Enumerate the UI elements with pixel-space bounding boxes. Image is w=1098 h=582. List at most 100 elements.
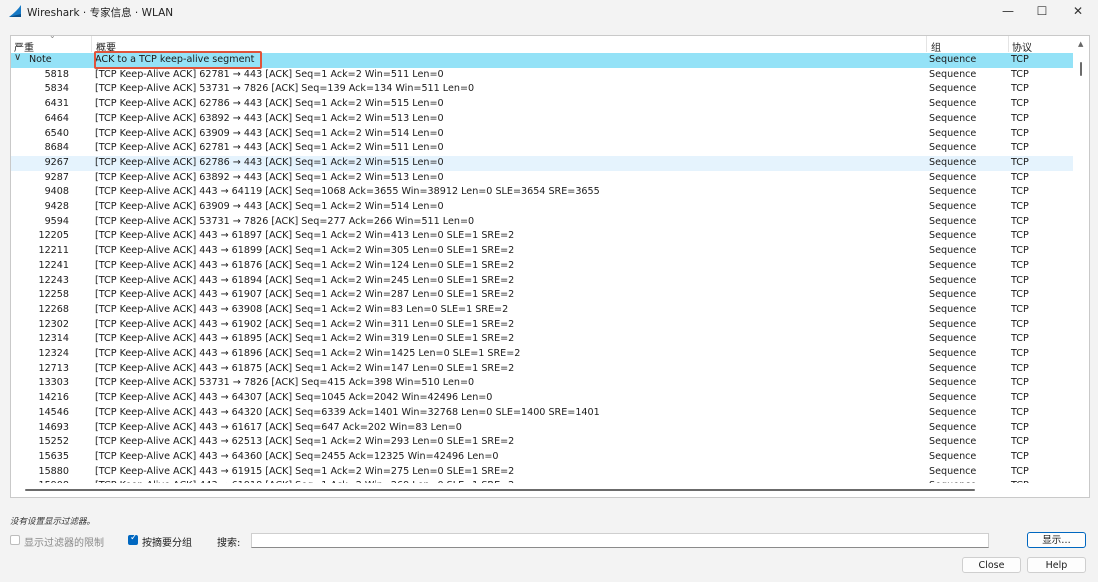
packet-number: 5818	[44, 68, 69, 80]
close-button[interactable]: Close	[962, 557, 1021, 573]
group-summary: ACK to a TCP keep-alive segment	[95, 54, 255, 65]
packet-protocol: TCP	[1011, 421, 1029, 433]
packet-summary: [TCP Keep-Alive ACK] 443 → 61895 [ACK] S…	[95, 333, 515, 345]
horizontal-scroll-thumb[interactable]	[25, 489, 975, 491]
packet-group: Sequence	[929, 68, 977, 80]
group-by-summary-checkbox[interactable]	[128, 533, 138, 545]
packet-summary: [TCP Keep-Alive ACK] 62781 → 443 [ACK] S…	[95, 142, 444, 154]
packet-summary: [TCP Keep-Alive ACK] 443 → 61915 [ACK] S…	[95, 465, 515, 477]
limit-to-filter-checkbox[interactable]	[10, 535, 20, 545]
minimize-icon[interactable]: —	[990, 0, 1026, 22]
packet-summary: [TCP Keep-Alive ACK] 63909 → 443 [ACK] S…	[95, 127, 444, 139]
column-divider[interactable]	[1008, 36, 1009, 52]
packet-group: Sequence	[929, 421, 977, 433]
table-row[interactable]: 9408 [TCP Keep-Alive ACK] 443 → 64119 [AC…	[11, 185, 1073, 200]
column-header-summary[interactable]: 概要	[96, 39, 116, 54]
packet-group: Sequence	[929, 333, 977, 345]
packet-protocol: TCP	[1011, 436, 1029, 448]
table-row[interactable]: 12241 [TCP Keep-Alive ACK] 443 → 61876 [A…	[11, 259, 1073, 274]
group-row-note[interactable]: ∨ Note ACK to a TCP keep-alive segment S…	[11, 52, 1073, 68]
packet-group: Sequence	[929, 318, 977, 330]
packet-protocol: TCP	[1011, 201, 1029, 212]
table-row[interactable]: 15880 [TCP Keep-Alive ACK] 443 → 61915 [A…	[11, 465, 1073, 480]
column-header-protocol[interactable]: 协议	[1012, 39, 1032, 54]
sort-indicator-icon: ⌄	[49, 35, 56, 40]
packet-group: Sequence	[929, 259, 977, 271]
packet-protocol: TCP	[1011, 406, 1029, 418]
scroll-up-icon[interactable]: ▲	[1078, 40, 1083, 48]
packet-group: Sequence	[929, 465, 977, 477]
packet-number: 15635	[38, 450, 69, 462]
table-row[interactable]: 12258 [TCP Keep-Alive ACK] 443 → 61907 [A…	[11, 288, 1073, 303]
packet-group: Sequence	[929, 436, 977, 448]
packet-protocol: TCP	[1011, 333, 1029, 345]
table-row[interactable]: 8684 [TCP Keep-Alive ACK] 62781 → 443 [AC…	[11, 141, 1073, 156]
packet-number: 6540	[44, 127, 69, 139]
table-row[interactable]: 13303 [TCP Keep-Alive ACK] 53731 → 7826 […	[11, 376, 1073, 391]
packet-number: 12268	[38, 303, 69, 315]
packet-number: 9267	[44, 156, 69, 168]
table-row[interactable]: 9594 [TCP Keep-Alive ACK] 53731 → 7826 [A…	[11, 215, 1073, 230]
table-row[interactable]: 5818 [TCP Keep-Alive ACK] 62781 → 443 [AC…	[11, 68, 1073, 83]
column-header-group[interactable]: 组	[931, 39, 941, 54]
table-row[interactable]: 9267 [TCP Keep-Alive ACK] 62786 → 443 [AC…	[11, 155, 1073, 171]
table-row[interactable]: 9428 [TCP Keep-Alive ACK] 63909 → 443 [AC…	[11, 200, 1073, 215]
column-divider[interactable]	[926, 36, 927, 52]
packet-group: Sequence	[929, 348, 977, 359]
packet-summary: [TCP Keep-Alive ACK] 53731 → 7826 [ACK] …	[95, 83, 475, 95]
table-row[interactable]: 12211 [TCP Keep-Alive ACK] 443 → 61899 [A…	[11, 244, 1073, 259]
packet-group: Sequence	[929, 201, 977, 212]
table-row[interactable]: 12324 [TCP Keep-Alive ACK] 443 → 61896 [A…	[11, 347, 1073, 362]
packet-protocol: TCP	[1011, 127, 1029, 139]
table-row[interactable]: 9287 [TCP Keep-Alive ACK] 63892 → 443 [AC…	[11, 171, 1073, 186]
packet-protocol: TCP	[1011, 98, 1029, 110]
packet-protocol: TCP	[1011, 348, 1029, 359]
table-row[interactable]: 12314 [TCP Keep-Alive ACK] 443 → 61895 [A…	[11, 332, 1073, 347]
table-row[interactable]: 12268 [TCP Keep-Alive ACK] 443 → 63908 [A…	[11, 303, 1073, 318]
packet-protocol: TCP	[1011, 289, 1029, 301]
table-row[interactable]: 12713 [TCP Keep-Alive ACK] 443 → 61875 [A…	[11, 362, 1073, 377]
packet-summary: [TCP Keep-Alive ACK] 62781 → 443 [ACK] S…	[95, 68, 444, 80]
table-row[interactable]: 12302 [TCP Keep-Alive ACK] 443 → 61902 [A…	[11, 318, 1073, 333]
table-row[interactable]: 6540 [TCP Keep-Alive ACK] 63909 → 443 [AC…	[11, 127, 1073, 142]
table-row[interactable]: 6464 [TCP Keep-Alive ACK] 63892 → 443 [AC…	[11, 112, 1073, 127]
table-row[interactable]: 14546 [TCP Keep-Alive ACK] 443 → 64320 [A…	[11, 406, 1073, 421]
table-row[interactable]: 12243 [TCP Keep-Alive ACK] 443 → 61894 [A…	[11, 274, 1073, 289]
packet-summary: [TCP Keep-Alive ACK] 63892 → 443 [ACK] S…	[95, 171, 444, 183]
vertical-scroll-thumb[interactable]	[1080, 62, 1082, 76]
horizontal-scrollbar[interactable]	[11, 483, 1073, 497]
packet-number: 12243	[38, 274, 69, 286]
table-row[interactable]: 14693 [TCP Keep-Alive ACK] 443 → 61617 [A…	[11, 421, 1073, 436]
chevron-down-icon[interactable]: ∨	[14, 52, 21, 63]
table-row[interactable]: 12205 [TCP Keep-Alive ACK] 443 → 61897 [A…	[11, 229, 1073, 244]
packet-number: 9408	[44, 186, 69, 198]
expert-info-table[interactable]: ⌄ 严重 概要 组 协议 ∨ Note ACK to a TCP keep-al…	[10, 35, 1090, 498]
packet-summary: [TCP Keep-Alive ACK] 443 → 61907 [ACK] S…	[95, 289, 515, 301]
packet-protocol: TCP	[1011, 450, 1029, 462]
packet-number: 14546	[38, 406, 69, 418]
packet-group: Sequence	[929, 98, 977, 110]
packet-protocol: TCP	[1011, 303, 1029, 315]
show-button[interactable]: 显示…	[1027, 532, 1086, 548]
table-row[interactable]: 15252 [TCP Keep-Alive ACK] 443 → 62513 [A…	[11, 435, 1073, 450]
packet-group: Sequence	[929, 377, 977, 389]
packet-summary: [TCP Keep-Alive ACK] 62786 → 443 [ACK] S…	[95, 156, 444, 168]
close-icon[interactable]: ✕	[1060, 0, 1096, 22]
packet-summary: [TCP Keep-Alive ACK] 443 → 61617 [ACK] S…	[95, 421, 462, 433]
help-button[interactable]: Help	[1027, 557, 1086, 573]
table-row[interactable]: 15635 [TCP Keep-Alive ACK] 443 → 64360 [A…	[11, 450, 1073, 465]
search-input[interactable]	[251, 533, 989, 548]
vertical-scrollbar[interactable]: ▲	[1075, 36, 1089, 497]
packet-group: Sequence	[929, 392, 977, 404]
maximize-icon[interactable]: ☐	[1024, 0, 1060, 22]
packet-summary: [TCP Keep-Alive ACK] 443 → 61899 [ACK] S…	[95, 245, 515, 257]
table-row[interactable]: 5834 [TCP Keep-Alive ACK] 53731 → 7826 [A…	[11, 82, 1073, 97]
packet-number: 5834	[44, 83, 69, 95]
packet-number: 8684	[44, 142, 69, 154]
limit-to-filter-label: 显示过滤器的限制	[24, 538, 104, 549]
packet-group: Sequence	[929, 289, 977, 301]
column-divider[interactable]	[91, 36, 92, 52]
table-row[interactable]: 6431 [TCP Keep-Alive ACK] 62786 → 443 [AC…	[11, 97, 1073, 112]
packet-protocol: TCP	[1011, 112, 1029, 124]
table-row[interactable]: 14216 [TCP Keep-Alive ACK] 443 → 64307 [A…	[11, 391, 1073, 406]
